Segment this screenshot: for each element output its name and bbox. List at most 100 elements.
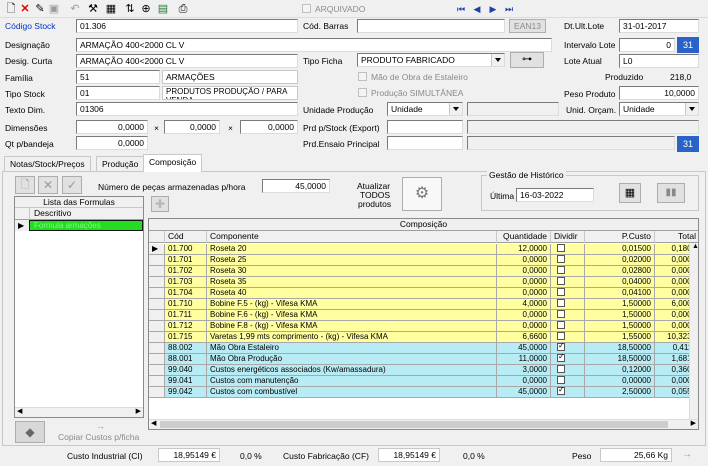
scroll-up-icon[interactable]: ▲ <box>692 243 698 250</box>
tab-producao[interactable]: Produção <box>96 156 145 171</box>
dividir-cell[interactable] <box>551 332 585 343</box>
qtd-cell[interactable]: 0,0000 <box>497 266 551 277</box>
col-total[interactable]: Total <box>655 231 698 243</box>
dividir-checkbox[interactable] <box>557 376 565 384</box>
table-row[interactable]: ▶ 01.700 Roseta 20 12,0000 0,01500 0,1800 <box>149 244 698 255</box>
table-row[interactable]: 01.702 Roseta 30 0,0000 0,02800 0,0000 <box>149 266 698 277</box>
cod-cell[interactable]: 01.704 <box>165 288 207 299</box>
dt-ult-lote-input[interactable]: 31-01-2017 <box>619 19 699 33</box>
qtd-cell[interactable]: 0,0000 <box>497 288 551 299</box>
comp-cell[interactable]: Roseta 30 <box>207 266 497 277</box>
cod-cell[interactable]: 01.701 <box>165 255 207 266</box>
pcusto-cell[interactable]: 0,12000 <box>585 365 655 376</box>
cod-cell[interactable]: 01.702 <box>165 266 207 277</box>
table-row[interactable]: 01.703 Roseta 35 0,0000 0,04000 0,0000 <box>149 277 698 288</box>
print-icon[interactable]: ⎙ <box>176 2 190 16</box>
table-row[interactable]: 01.710 Bobine F.5 - (kg) - Vifesa KMA 4,00… <box>149 299 698 310</box>
next-record-icon[interactable]: ▶ <box>486 2 500 16</box>
structure-button[interactable]: ⊶ <box>510 52 544 68</box>
pcusto-cell[interactable]: 18,50000 <box>585 343 655 354</box>
scroll-right-icon[interactable]: ▶ <box>691 419 696 427</box>
sort-icon[interactable]: ⇅ <box>123 2 137 16</box>
dividir-cell[interactable] <box>551 387 585 398</box>
pcusto-cell[interactable]: 0,01500 <box>585 244 655 255</box>
cod-cell[interactable]: 88.002 <box>165 343 207 354</box>
unidade-producao-select[interactable]: Unidade <box>387 102 463 116</box>
cod-barras-input[interactable] <box>357 19 505 33</box>
scroll-left-icon[interactable]: ◀ <box>151 419 156 427</box>
dividir-cell[interactable] <box>551 365 585 376</box>
unid-orcam-select[interactable]: Unidade <box>619 102 699 116</box>
filter-icon[interactable]: ⊕ <box>139 2 153 16</box>
dividir-checkbox[interactable] <box>557 354 565 362</box>
pcusto-cell[interactable]: 0,04100 <box>585 288 655 299</box>
cod-cell[interactable]: 01.711 <box>165 310 207 321</box>
qtd-cell[interactable]: 0,0000 <box>497 310 551 321</box>
tab-composicao[interactable]: Composição <box>143 154 203 172</box>
dividir-cell[interactable] <box>551 343 585 354</box>
dividir-cell[interactable] <box>551 244 585 255</box>
ultima-input[interactable]: 16-03-2022 <box>516 188 594 202</box>
lote-atual-input[interactable]: L0 <box>619 54 699 68</box>
col-cod[interactable]: Cód <box>165 231 207 243</box>
pcusto-cell[interactable]: 18,50000 <box>585 354 655 365</box>
comp-cell[interactable]: Roseta 40 <box>207 288 497 299</box>
prd-ensaio-input[interactable] <box>387 136 463 150</box>
list-hscroll[interactable]: ◀ ▶ <box>15 407 143 417</box>
tools-icon[interactable]: ⚒ <box>86 2 100 16</box>
new-formula-button[interactable]: 🗋 <box>15 176 35 194</box>
codigo-stock-input[interactable]: 01.306 <box>76 19 298 33</box>
qtd-cell[interactable]: 45,0000 <box>497 343 551 354</box>
qtd-cell[interactable]: 12,0000 <box>497 244 551 255</box>
pcusto-cell[interactable]: 1,50000 <box>585 310 655 321</box>
dividir-cell[interactable] <box>551 310 585 321</box>
comp-cell[interactable]: Roseta 25 <box>207 255 497 266</box>
dividir-cell[interactable] <box>551 277 585 288</box>
comp-cell[interactable]: Roseta 35 <box>207 277 497 288</box>
cod-cell[interactable]: 99.042 <box>165 387 207 398</box>
comp-cell[interactable]: Roseta 20 <box>207 244 497 255</box>
undo-icon[interactable]: ↶ <box>68 2 82 16</box>
comp-cell[interactable]: Mão Obra Estaleiro <box>207 343 497 354</box>
qtd-cell[interactable]: 11,0000 <box>497 354 551 365</box>
dividir-checkbox[interactable] <box>557 255 565 263</box>
dividir-checkbox[interactable] <box>557 332 565 340</box>
dividir-checkbox[interactable] <box>557 288 565 296</box>
tipo-stock-code-input[interactable]: 01 <box>76 86 160 100</box>
dividir-checkbox[interactable] <box>557 244 565 252</box>
new-icon[interactable]: 🗋 <box>4 2 18 16</box>
arrow-right-icon[interactable]: → <box>682 449 692 460</box>
qtd-cell[interactable]: 6,6600 <box>497 332 551 343</box>
dividir-cell[interactable] <box>551 321 585 332</box>
dividir-checkbox[interactable] <box>557 310 565 318</box>
table-row[interactable]: 88.001Mão Obra Produção11,000018,500001,… <box>149 354 698 365</box>
edit-icon[interactable]: ✎ <box>33 2 47 16</box>
qt-bandeja-input[interactable]: 0,0000 <box>76 136 148 150</box>
pcusto-cell[interactable]: 1,50000 <box>585 321 655 332</box>
cod-cell[interactable]: 01.715 <box>165 332 207 343</box>
last-record-icon[interactable]: ⏭ <box>502 2 516 16</box>
dividir-cell[interactable] <box>551 376 585 387</box>
col-dividir[interactable]: Dividir <box>551 231 585 243</box>
grid-vscroll[interactable]: ▲ <box>689 243 698 421</box>
comp-cell[interactable]: Bobine F.8 - (kg) - Vifesa KMA <box>207 321 497 332</box>
tipo-ficha-select[interactable]: PRODUTO FABRICADO <box>357 53 505 67</box>
num-pecas-input[interactable]: 45,0000 <box>262 179 330 193</box>
pcusto-cell[interactable]: 0,04000 <box>585 277 655 288</box>
mao-obra-estaleiro-checkbox[interactable] <box>358 72 367 81</box>
qtd-cell[interactable]: 0,0000 <box>497 277 551 288</box>
comp-cell[interactable]: Custos com manutenção <box>207 376 497 387</box>
cod-cell[interactable]: 88.001 <box>165 354 207 365</box>
dividir-checkbox[interactable] <box>557 321 565 329</box>
table-row[interactable]: 01.701 Roseta 25 0,0000 0,02000 0,0000 <box>149 255 698 266</box>
table-row[interactable]: 01.712 Bobine F.8 - (kg) - Vifesa KMA 0,00… <box>149 321 698 332</box>
dim2-input[interactable]: 0,0000 <box>164 120 220 134</box>
comp-cell[interactable]: Custos com combustível <box>207 387 497 398</box>
designacao-input[interactable]: ARMAÇÃO 400<2000 CL V <box>76 38 552 52</box>
table-row[interactable]: 01.711 Bobine F.6 - (kg) - Vifesa KMA 0,00… <box>149 310 698 321</box>
prev-record-icon[interactable]: ◀ <box>470 2 484 16</box>
table-row[interactable]: 99.042Custos com combustível45,0000 2,500… <box>149 387 698 398</box>
copy-costs-icon-button[interactable]: ◆ <box>15 421 45 443</box>
history-chart-button[interactable]: ▮▮ <box>657 183 685 203</box>
calculator-icon[interactable]: ▦ <box>104 2 118 16</box>
